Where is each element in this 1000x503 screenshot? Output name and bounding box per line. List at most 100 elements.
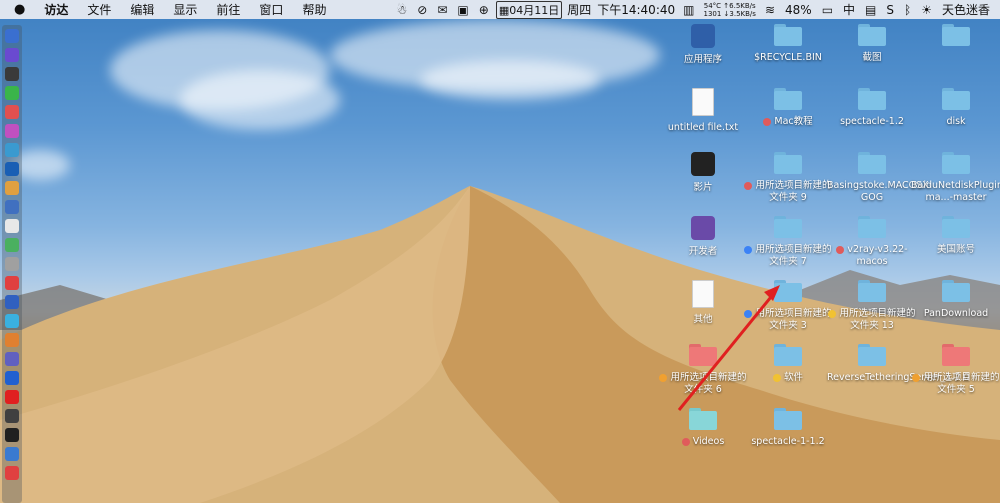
folder-icon[interactable]: ReverseTetheringServer_1.2.0 (827, 344, 969, 384)
dock-app-icon[interactable] (5, 428, 19, 442)
folder-icon[interactable]: spectacle-1-1.2 (743, 408, 833, 448)
dock-app-icon[interactable] (5, 143, 19, 157)
dock-app-icon[interactable] (5, 466, 19, 480)
folder-icon[interactable]: 用所选项目新建的文件夹 7 (743, 216, 833, 268)
menu-help[interactable]: 帮助 (302, 1, 326, 18)
folder-icon[interactable]: PanDownload (911, 280, 1000, 320)
notification-icon[interactable]: ▣ (457, 3, 468, 17)
dock-app-icon[interactable] (5, 86, 19, 100)
battery-icon[interactable]: ▭ (822, 3, 833, 17)
app-icon[interactable]: 开发者 (658, 216, 748, 258)
date-widget[interactable]: ▦04月11日 (495, 0, 563, 19)
folder-icon[interactable]: disk (911, 88, 1000, 128)
icon-label-text: 用所选项目新建的文件夹 6 (670, 372, 747, 395)
icon-label: 截图 (827, 52, 917, 64)
icon-label: spectacle-1-1.2 (743, 436, 833, 448)
folder-glyph-icon (858, 344, 886, 366)
icon-label-text: Videos (692, 436, 725, 447)
dock-app-icon[interactable] (5, 67, 19, 81)
qq-icon[interactable]: ☃ (397, 3, 408, 17)
monitor-icon[interactable]: ▥ (683, 3, 694, 17)
color-tag (744, 245, 753, 254)
dock-app-icon[interactable] (5, 447, 19, 461)
folder-icon[interactable]: 用所选项目新建的文件夹 9 (743, 152, 833, 204)
folder-glyph-icon (774, 24, 802, 46)
menu-file[interactable]: 文件 (87, 1, 111, 18)
icon-label-text: 截图 (862, 52, 882, 63)
icon-label: 用所选项目新建的文件夹 13 (827, 308, 917, 332)
dock-app-icon[interactable] (5, 352, 19, 366)
color-tag (681, 437, 690, 446)
dock-app-icon[interactable] (5, 238, 19, 252)
dock-app-icon[interactable] (5, 390, 19, 404)
icon-label: Mac教程 (743, 116, 833, 128)
messages-icon[interactable]: ✉ (437, 3, 447, 17)
folder-icon[interactable]: 软件 (743, 344, 833, 384)
folder-icon[interactable]: 用所选项目新建的文件夹 13 (827, 280, 917, 332)
icon-label: 美国账号 (911, 244, 1000, 256)
dock-app-icon[interactable] (5, 371, 19, 385)
input-method[interactable]: 中 (843, 1, 855, 18)
folder-icon[interactable]: Videos (658, 408, 748, 448)
battery-percent: 48% (785, 2, 812, 17)
dock-app-icon[interactable] (5, 162, 19, 176)
dock-app-icon[interactable] (5, 105, 19, 119)
folder-icon[interactable] (911, 24, 1000, 52)
menu-view[interactable]: 显示 (173, 1, 197, 18)
menu-go[interactable]: 前往 (216, 1, 240, 18)
menu-window[interactable]: 窗口 (259, 1, 283, 18)
icon-label-text: 应用程序 (683, 54, 722, 65)
dock-app-icon[interactable] (5, 409, 19, 423)
globe-icon[interactable]: ⊕ (479, 3, 489, 17)
dock-app-icon[interactable] (5, 29, 19, 43)
folder-icon[interactable]: Basingstoke.MACOSX-GOG (827, 152, 932, 204)
wifi-icon[interactable]: ≋ (765, 3, 775, 17)
dock-app-icon[interactable] (5, 124, 19, 138)
icon-label-text: 影片 (693, 182, 713, 193)
dock-app-icon[interactable] (5, 48, 19, 62)
folder-icon[interactable]: $RECYCLE.BIN (743, 24, 833, 64)
folder-icon[interactable]: 美国账号 (911, 216, 1000, 256)
bluetooth-icon[interactable]: ᛒ (904, 3, 911, 17)
dock-app-icon[interactable] (5, 276, 19, 290)
dock-app-icon[interactable] (5, 295, 19, 309)
file-glyph-icon (692, 88, 714, 116)
brightness-icon[interactable]: ☀ (921, 3, 932, 17)
clock-time[interactable]: 下午14:40:40 (597, 1, 675, 18)
icon-label-text: 用所选项目新建的文件夹 9 (755, 180, 832, 203)
folder-icon[interactable]: 截图 (827, 24, 917, 64)
s-app-icon[interactable]: S (886, 3, 894, 17)
folder-icon[interactable]: BaiduNetdiskPlugin-ma...-master (911, 152, 1000, 204)
icon-label-text: v2ray-v3.22-macos (847, 244, 908, 267)
dock-app-icon[interactable] (5, 257, 19, 271)
dock-app-icon[interactable] (5, 200, 19, 214)
user-name[interactable]: 天色迷香 (942, 1, 990, 18)
clock-icon[interactable]: ⊘ (417, 3, 427, 17)
menu-edit[interactable]: 编辑 (130, 1, 154, 18)
document-icon[interactable]: 其他 (658, 280, 748, 326)
app-icon[interactable]: 影片 (658, 152, 748, 194)
document-icon[interactable]: untitled file.txt (658, 88, 748, 134)
keyboard-icon[interactable]: ▤ (865, 3, 876, 17)
dock-app-icon[interactable] (5, 181, 19, 195)
folder-icon[interactable]: Mac教程 (743, 88, 833, 128)
icon-label: 应用程序 (658, 54, 748, 66)
folder-icon[interactable]: v2ray-v3.22-macos (827, 216, 917, 268)
folder-icon[interactable]: 用所选项目新建的文件夹 5 (911, 344, 1000, 396)
folder-icon[interactable]: 用所选项目新建的文件夹 3 (743, 280, 833, 332)
icon-label: 用所选项目新建的文件夹 7 (743, 244, 833, 268)
app-icon[interactable]: 应用程序 (658, 24, 748, 66)
folder-icon[interactable]: 用所选项目新建的文件夹 6 (658, 344, 748, 396)
folder-glyph-icon (942, 88, 970, 110)
icon-label-text: spectacle-1.2 (840, 116, 904, 127)
dock-app-icon[interactable] (5, 219, 19, 233)
dock-app-icon[interactable] (5, 314, 19, 328)
icon-label-text: BaiduNetdiskPlugin-ma...-master (911, 180, 1000, 203)
dock-app-icon[interactable] (5, 333, 19, 347)
apple-menu-icon[interactable]: ● (14, 2, 25, 17)
folder-icon[interactable]: spectacle-1.2 (827, 88, 917, 128)
folder-glyph-icon (858, 24, 886, 46)
net-speed[interactable]: 54°C ↑6.5KB/s 1301 ↓3.5KB/s (703, 2, 755, 18)
menu-finder[interactable]: 访达 (44, 1, 68, 18)
folder-glyph-icon (774, 216, 802, 238)
